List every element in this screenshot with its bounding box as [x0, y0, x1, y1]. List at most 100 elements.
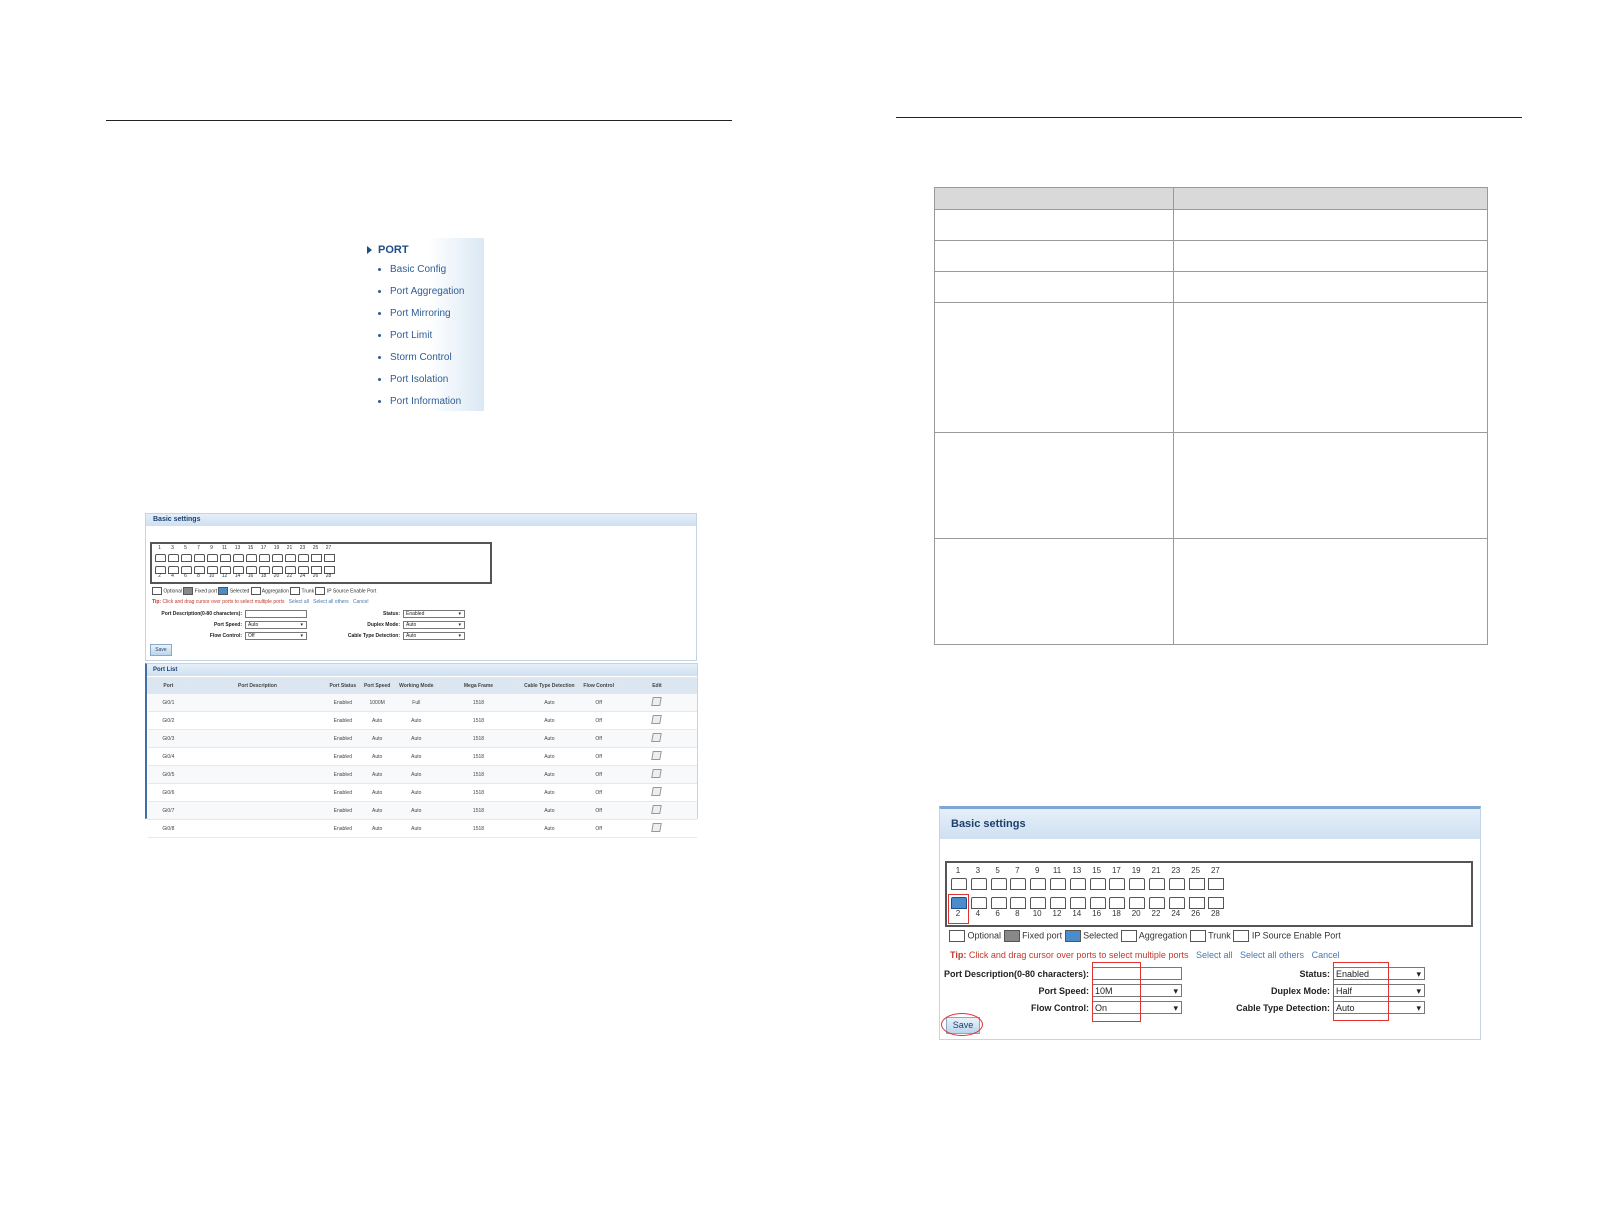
menu-item-storm-control[interactable]: Storm Control — [378, 352, 452, 363]
port-15[interactable] — [1089, 878, 1106, 890]
save-button[interactable]: Save — [150, 644, 172, 656]
port-21[interactable] — [1149, 878, 1165, 890]
edit-icon[interactable] — [651, 697, 663, 706]
port-19[interactable] — [272, 554, 283, 562]
port-7[interactable] — [1010, 878, 1027, 890]
cancel-link[interactable]: Cancel — [1312, 950, 1340, 960]
port-9[interactable] — [1030, 878, 1047, 890]
table-cell: Auto — [518, 783, 581, 802]
port-9[interactable] — [207, 554, 218, 562]
port-23[interactable] — [1168, 878, 1185, 890]
port-5[interactable] — [990, 878, 1007, 890]
trunk-port-icon — [1189, 930, 1206, 942]
menu-item-port-aggregation[interactable]: Port Aggregation — [378, 286, 465, 297]
duplex-mode-select[interactable]: Auto ▾ — [403, 621, 465, 629]
table-cell: 1518 — [438, 765, 519, 784]
table-cell: Auto — [360, 801, 395, 820]
edit-icon[interactable] — [651, 751, 663, 760]
table-cell — [189, 729, 326, 748]
edit-icon[interactable] — [651, 733, 663, 742]
port-description-label: Port Description(0-80 characters): — [161, 611, 242, 617]
port-27[interactable] — [324, 554, 335, 562]
port-number: 6 — [184, 573, 187, 579]
port-description-input[interactable] — [245, 610, 307, 618]
table-cell: 1000M — [360, 693, 395, 712]
menu-item-port-information[interactable]: Port Information — [378, 396, 461, 407]
port-11[interactable] — [1050, 878, 1066, 890]
port-5[interactable] — [181, 554, 192, 562]
edit-icon[interactable] — [651, 769, 663, 778]
port-26[interactable] — [1188, 897, 1205, 909]
port-number: 14 — [1072, 909, 1082, 918]
port-25[interactable] — [1188, 878, 1205, 890]
table-cell — [1173, 432, 1488, 539]
port-20[interactable] — [1129, 897, 1146, 909]
edit-icon[interactable] — [651, 715, 663, 724]
port-10[interactable] — [1030, 897, 1047, 909]
port-number: 3 — [171, 545, 174, 551]
menu-item-basic-config[interactable]: Basic Config — [378, 264, 446, 275]
port-16[interactable] — [1089, 897, 1106, 909]
table-cell — [189, 783, 326, 802]
port-22[interactable] — [1149, 897, 1165, 909]
port-8[interactable] — [1010, 897, 1027, 909]
port-12[interactable] — [1050, 897, 1066, 909]
port-1[interactable] — [155, 554, 166, 562]
port-23[interactable] — [298, 554, 309, 562]
port-13[interactable] — [1069, 878, 1086, 890]
cable-type-select[interactable]: Auto ▾ — [403, 632, 465, 640]
table-cell: Auto — [394, 711, 439, 730]
port-14[interactable] — [1069, 897, 1086, 909]
port-25[interactable] — [311, 554, 322, 562]
port-13[interactable] — [233, 554, 244, 562]
port-6[interactable] — [990, 897, 1007, 909]
select-all-link[interactable]: Select all — [1196, 950, 1233, 960]
table-cell: Auto — [518, 729, 581, 748]
port-11[interactable] — [220, 554, 231, 562]
edit-icon[interactable] — [651, 787, 663, 796]
port-1[interactable] — [951, 878, 967, 890]
port-number: 12 — [221, 573, 228, 579]
edit-icon[interactable] — [651, 805, 663, 814]
menu-item-port-isolation[interactable]: Port Isolation — [378, 374, 448, 385]
status-select[interactable]: Enabled ▾ — [403, 610, 465, 618]
port-menu-title[interactable]: PORT — [367, 244, 409, 256]
port-21[interactable] — [285, 554, 296, 562]
cancel-link[interactable]: Cancel — [353, 599, 369, 605]
port-number: 21 — [1151, 866, 1161, 875]
select-all-link[interactable]: Select all — [289, 599, 309, 605]
table-row: Gi0/3 Enabled Auto Auto 1518 Auto Off — [147, 729, 697, 748]
port-27[interactable] — [1208, 878, 1225, 890]
flow-control-select[interactable]: Off ▾ — [245, 632, 307, 640]
port-7[interactable] — [194, 554, 205, 562]
port-17[interactable] — [1109, 878, 1126, 890]
port-19[interactable] — [1129, 878, 1146, 890]
port-3[interactable] — [970, 878, 987, 890]
port-number: 19 — [273, 545, 280, 551]
table-header-cell — [1173, 187, 1488, 210]
port-15[interactable] — [246, 554, 257, 562]
port-description-label: Port Description(0-80 characters): — [943, 969, 1089, 979]
bullet-icon — [378, 333, 381, 337]
dropdown-arrow-icon: ▾ — [458, 633, 461, 639]
select-all-others-link[interactable]: Select all others — [313, 599, 349, 605]
menu-item-port-mirroring[interactable]: Port Mirroring — [378, 308, 451, 319]
port-number: 26 — [312, 573, 319, 579]
edit-icon[interactable] — [651, 823, 663, 832]
port-number: 17 — [260, 545, 267, 551]
port-speed-select[interactable]: Auto ▾ — [245, 621, 307, 629]
port-18[interactable] — [1109, 897, 1126, 909]
port-24[interactable] — [1168, 897, 1185, 909]
table-cell: Auto — [394, 729, 439, 748]
menu-item-port-limit[interactable]: Port Limit — [378, 330, 432, 341]
port-28[interactable] — [1208, 897, 1225, 909]
selected-port-icon — [218, 587, 229, 595]
table-cell — [934, 240, 1174, 272]
port-17[interactable] — [259, 554, 270, 562]
port-number: 15 — [247, 545, 254, 551]
fixed-port-icon — [183, 587, 194, 595]
port-4[interactable] — [970, 897, 987, 909]
select-all-others-link[interactable]: Select all others — [1240, 950, 1304, 960]
port-3[interactable] — [168, 554, 179, 562]
table-cell: Off — [580, 765, 618, 784]
